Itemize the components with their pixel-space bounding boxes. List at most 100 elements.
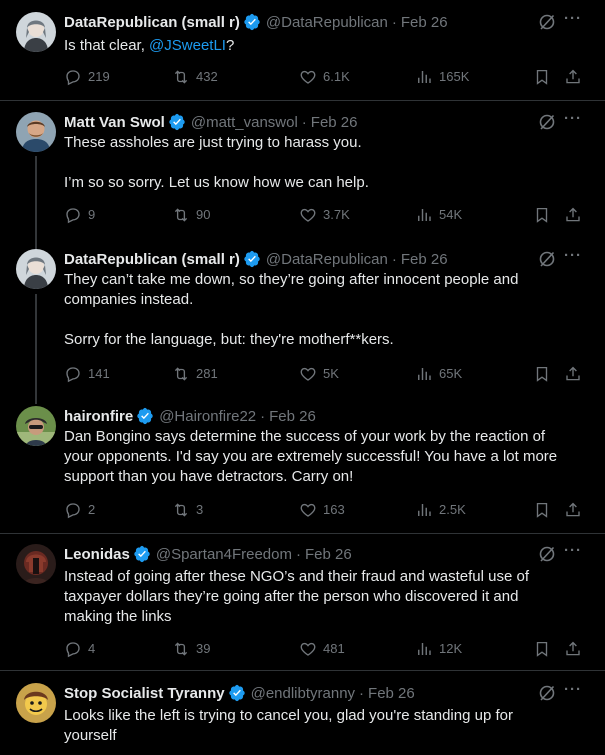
heart-icon: [300, 70, 316, 84]
share-button[interactable]: [564, 205, 582, 225]
bookmark-button[interactable]: [533, 500, 551, 520]
tweet-2[interactable]: Matt Van Swol @matt_vanswol · Feb 26 ···…: [0, 101, 605, 241]
repost-button[interactable]: 432: [172, 67, 218, 87]
mention-link[interactable]: @JSweetLI: [149, 37, 226, 54]
share-button[interactable]: [564, 364, 582, 384]
reply-icon: [66, 208, 80, 224]
bookmark-icon: [536, 207, 548, 223]
repost-count: 39: [196, 641, 211, 656]
author-handle[interactable]: @DataRepublican: [266, 251, 388, 268]
text-line: taxpayer dollars they’re going after the…: [64, 588, 519, 605]
author-name[interactable]: Matt Van Swol: [64, 114, 165, 131]
reply-count: 9: [88, 207, 96, 222]
timestamp[interactable]: Feb 26: [401, 14, 448, 31]
like-button[interactable]: 163: [299, 500, 345, 520]
reply-icon: [66, 503, 80, 519]
tweet-3[interactable]: DataRepublican (small r) @DataRepublican…: [0, 241, 605, 399]
separator-dot: ·: [391, 13, 397, 31]
share-button[interactable]: [564, 500, 582, 520]
tweet-6[interactable]: Stop Socialist Tyranny @endlibtyranny · …: [0, 671, 605, 755]
timestamp[interactable]: Feb 26: [311, 114, 358, 131]
verified-badge-icon: [137, 407, 153, 425]
author-handle[interactable]: @Spartan4Freedom: [156, 546, 292, 563]
repost-count: 281: [196, 366, 218, 381]
more-icon[interactable]: ···: [563, 248, 583, 269]
avatar[interactable]: [16, 112, 56, 152]
repost-button[interactable]: 281: [172, 364, 218, 384]
text-line: Instead of going after these NGO’s and t…: [64, 568, 530, 585]
more-icon[interactable]: ···: [563, 111, 583, 132]
tweet-header: haironfire @Haironfire22 · Feb 26: [64, 406, 316, 426]
views-count: 12K: [439, 641, 463, 656]
views-button[interactable]: 65K: [415, 364, 462, 384]
like-button[interactable]: 6.1K: [299, 67, 350, 87]
like-button[interactable]: 481: [299, 639, 345, 659]
verified-badge-icon: [244, 250, 260, 268]
tweet-5[interactable]: Leonidas @Spartan4Freedom · Feb 26 ··· I…: [0, 534, 605, 670]
views-button[interactable]: 12K: [415, 639, 462, 659]
repost-button[interactable]: 39: [172, 639, 210, 659]
more-icon[interactable]: ···: [563, 682, 583, 703]
tweet-4[interactable]: haironfire @Haironfire22 · Feb 26 Dan Bo…: [0, 399, 605, 533]
share-icon: [566, 207, 580, 222]
author-handle[interactable]: @endlibtyranny: [251, 685, 355, 702]
tweet-actions: 2 3 163 2.5K: [64, 500, 589, 520]
bookmark-button[interactable]: [533, 639, 551, 659]
avatar[interactable]: [16, 544, 56, 584]
avatar[interactable]: [16, 406, 56, 446]
heart-icon: [300, 642, 316, 656]
grok-icon[interactable]: [537, 544, 557, 564]
author-handle[interactable]: @DataRepublican: [266, 14, 388, 31]
views-button[interactable]: 165K: [415, 67, 469, 87]
repost-button[interactable]: 90: [172, 205, 210, 225]
reply-button[interactable]: 2: [64, 500, 95, 520]
text-line: They can’t take me down, so they’re goin…: [64, 271, 519, 288]
share-button[interactable]: [564, 639, 582, 659]
author-handle[interactable]: @matt_vanswol: [191, 114, 298, 131]
author-name[interactable]: haironfire: [64, 408, 133, 425]
more-icon[interactable]: ···: [563, 543, 583, 564]
avatar[interactable]: [16, 683, 56, 723]
author-handle[interactable]: @Haironfire22: [159, 408, 256, 425]
repost-button[interactable]: 3: [172, 500, 203, 520]
bookmark-icon: [536, 641, 548, 657]
timestamp[interactable]: Feb 26: [269, 408, 316, 425]
like-button[interactable]: 3.7K: [299, 205, 350, 225]
tweet-text: These assholes are just trying to harass…: [64, 133, 584, 193]
reply-button[interactable]: 141: [64, 364, 110, 384]
reply-button[interactable]: 4: [64, 639, 95, 659]
share-icon: [566, 69, 580, 84]
grok-icon[interactable]: [537, 112, 557, 132]
timestamp[interactable]: Feb 26: [401, 251, 448, 268]
share-button[interactable]: [564, 67, 582, 87]
author-name[interactable]: DataRepublican (small r): [64, 251, 240, 268]
heart-icon: [300, 367, 316, 381]
author-name[interactable]: Stop Socialist Tyranny: [64, 685, 225, 702]
grok-icon[interactable]: [537, 12, 557, 32]
share-icon: [566, 366, 580, 381]
like-count: 163: [323, 502, 345, 517]
like-count: 481: [323, 641, 345, 656]
tweet-1[interactable]: DataRepublican (small r) @DataRepublican…: [0, 0, 605, 100]
bookmark-icon: [536, 502, 548, 518]
tweet-header: Leonidas @Spartan4Freedom · Feb 26: [64, 544, 352, 564]
text-line: yourself: [64, 727, 117, 744]
author-name[interactable]: DataRepublican (small r): [64, 14, 240, 31]
grok-icon[interactable]: [537, 683, 557, 703]
reply-button[interactable]: 9: [64, 205, 95, 225]
timestamp[interactable]: Feb 26: [368, 685, 415, 702]
timestamp[interactable]: Feb 26: [305, 546, 352, 563]
author-name[interactable]: Leonidas: [64, 546, 130, 563]
avatar[interactable]: [16, 12, 56, 52]
bookmark-button[interactable]: [533, 364, 551, 384]
views-button[interactable]: 54K: [415, 205, 462, 225]
grok-icon[interactable]: [537, 249, 557, 269]
like-button[interactable]: 5K: [299, 364, 339, 384]
avatar[interactable]: [16, 249, 56, 289]
reply-icon: [66, 367, 80, 383]
bookmark-button[interactable]: [533, 67, 551, 87]
bookmark-button[interactable]: [533, 205, 551, 225]
more-icon[interactable]: ···: [563, 11, 583, 32]
views-button[interactable]: 2.5K: [415, 500, 466, 520]
reply-button[interactable]: 219: [64, 67, 110, 87]
